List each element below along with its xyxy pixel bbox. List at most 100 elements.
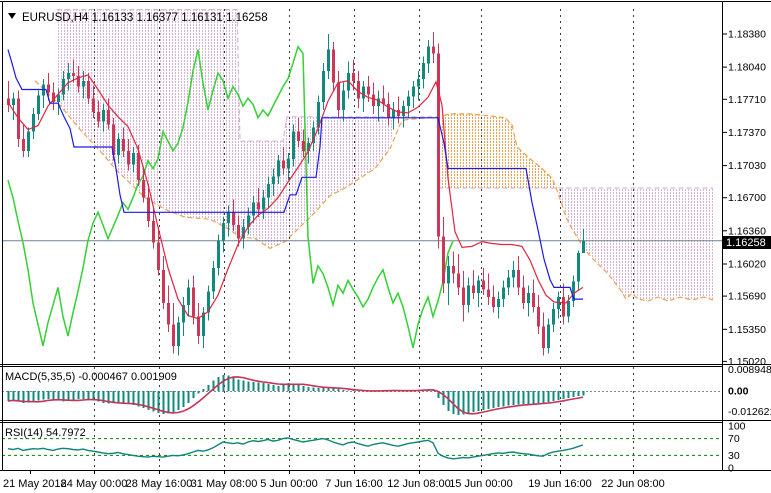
candle-body bbox=[432, 47, 435, 54]
time-axis-label: 22 Jun 08:00 bbox=[601, 478, 665, 490]
macd-scale-max: 0.008948 bbox=[728, 364, 771, 376]
price-axis-label: 1.17030 bbox=[728, 160, 766, 172]
price-axis-label: 1.16700 bbox=[728, 192, 766, 204]
candle-body bbox=[72, 73, 75, 76]
candle-body bbox=[562, 297, 565, 317]
current-price-tag: 1.16258 bbox=[723, 236, 771, 249]
candle-body bbox=[162, 270, 165, 303]
candle-body bbox=[342, 91, 345, 111]
candle-body bbox=[482, 281, 485, 290]
time-axis-label: 24 May 00:00 bbox=[61, 478, 128, 490]
candle-body bbox=[337, 83, 340, 110]
candle-body bbox=[147, 198, 150, 221]
candle-body bbox=[232, 212, 235, 225]
candle-body bbox=[542, 326, 545, 347]
candle-body bbox=[477, 281, 480, 294]
rsi-header: RSI(14) 54.7972 bbox=[5, 427, 86, 439]
macd-scale-min: -0.012621 bbox=[728, 406, 771, 418]
candle-body bbox=[87, 81, 90, 99]
candle-body bbox=[127, 151, 130, 165]
candle-body bbox=[392, 110, 395, 118]
trading-chart-window: 1.183801.180401.177101.173701.170301.167… bbox=[0, 0, 771, 493]
candle-body bbox=[552, 309, 555, 325]
price-axis-label: 1.15690 bbox=[728, 291, 766, 303]
time-axis-label: 15 Jun 00:00 bbox=[449, 478, 513, 490]
candle-body bbox=[377, 98, 380, 106]
candle-body bbox=[492, 297, 495, 307]
price-axis-label: 1.16360 bbox=[728, 225, 766, 237]
candle-body bbox=[567, 301, 570, 317]
candle-body bbox=[327, 50, 330, 71]
rsi-scale-label: 0 bbox=[728, 463, 734, 475]
candle-body bbox=[267, 184, 270, 198]
rsi-scale-label: 30 bbox=[728, 450, 740, 462]
rsi-label: RSI(14) 54.7972 bbox=[5, 427, 86, 439]
candle-body bbox=[82, 81, 85, 87]
candle-body bbox=[507, 278, 510, 288]
time-axis-label: 31 May 08:00 bbox=[191, 478, 258, 490]
candle-body bbox=[437, 54, 440, 237]
candle-body bbox=[447, 266, 450, 284]
candle-body bbox=[262, 198, 265, 210]
candle-body bbox=[487, 289, 490, 297]
candle-body bbox=[502, 287, 505, 299]
candle-body bbox=[257, 203, 260, 210]
candle-body bbox=[197, 317, 200, 337]
candle-body bbox=[357, 81, 360, 99]
candle-body bbox=[107, 110, 110, 125]
price-tag-value: 1.16258 bbox=[726, 237, 766, 249]
candle-body bbox=[142, 180, 145, 198]
price-axis-label: 1.18040 bbox=[728, 62, 766, 74]
candle-body bbox=[547, 324, 550, 347]
candle-body bbox=[122, 139, 125, 151]
candle-body bbox=[292, 132, 295, 159]
candle-body bbox=[457, 274, 460, 288]
time-axis-label: 28 May 16:00 bbox=[126, 478, 193, 490]
candle-body bbox=[412, 87, 415, 97]
candle-body bbox=[37, 95, 40, 114]
rsi-scale-label: 70 bbox=[728, 433, 740, 445]
time-axis-label: 21 May 2018 bbox=[3, 478, 67, 490]
macd-header: MACD(5,35,5) -0.000467 0.001909 bbox=[5, 371, 177, 383]
price-axis-label: 1.17710 bbox=[728, 94, 766, 106]
candle-body bbox=[577, 253, 580, 282]
candle-body bbox=[132, 153, 135, 165]
candle-body bbox=[22, 139, 25, 151]
candle-body bbox=[402, 106, 405, 116]
candle-body bbox=[227, 212, 230, 223]
candle-body bbox=[417, 79, 420, 87]
candle-body bbox=[532, 293, 535, 307]
time-axis-label: 12 Jun 08:00 bbox=[387, 478, 451, 490]
candle-body bbox=[452, 266, 455, 274]
chart-canvas[interactable]: 1.183801.180401.177101.173701.170301.167… bbox=[0, 0, 771, 493]
candle-body bbox=[187, 287, 190, 305]
candle-body bbox=[282, 161, 285, 169]
candle-body bbox=[177, 323, 180, 346]
candle-body bbox=[372, 94, 375, 106]
macd-scale-zero: 0.00 bbox=[728, 386, 749, 398]
candle-body bbox=[117, 139, 120, 155]
candle-body bbox=[152, 221, 155, 242]
candle-body bbox=[467, 285, 470, 305]
candle-body bbox=[322, 71, 325, 102]
candle-body bbox=[252, 203, 255, 216]
candle-body bbox=[287, 159, 290, 169]
candle-body bbox=[442, 237, 445, 284]
candle-body bbox=[47, 85, 50, 93]
candle-body bbox=[222, 223, 225, 241]
symbol-header: EURUSD,H4 1.16133 1.16377 1.16131 1.1625… bbox=[8, 12, 268, 24]
candle-body bbox=[472, 285, 475, 293]
candle-body bbox=[137, 153, 140, 180]
candle-body bbox=[102, 110, 105, 122]
candle-body bbox=[497, 299, 500, 307]
time-axis-label: 19 Jun 16:00 bbox=[528, 478, 592, 490]
candle-body bbox=[512, 270, 515, 278]
candle-body bbox=[422, 63, 425, 79]
rsi-scale-label: 100 bbox=[728, 421, 746, 433]
candle-body bbox=[302, 141, 305, 151]
candle-body bbox=[157, 243, 160, 270]
candle-body bbox=[12, 98, 15, 105]
candle-body bbox=[277, 161, 280, 177]
candle-body bbox=[297, 132, 300, 142]
candle-body bbox=[97, 112, 100, 122]
